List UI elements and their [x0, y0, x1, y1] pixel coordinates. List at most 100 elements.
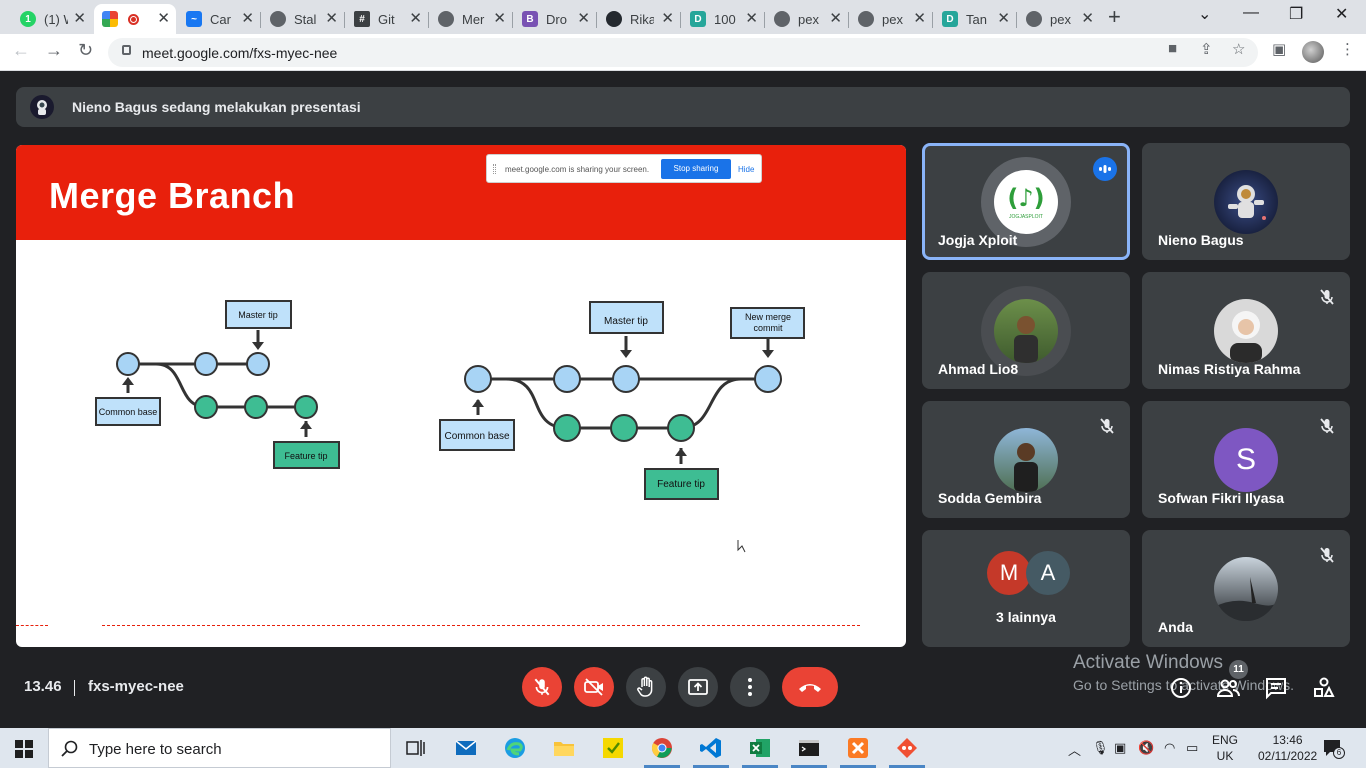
mic-off-icon — [1320, 289, 1334, 305]
share-icon[interactable]: ⇪ — [1200, 40, 1213, 58]
tab-pex-3[interactable]: pex ✕ — [1018, 4, 1100, 34]
tab-git[interactable]: # Git ✕ — [346, 4, 429, 34]
people-icon[interactable] — [1216, 676, 1240, 700]
leave-call-button[interactable] — [782, 667, 838, 707]
tab-pex-2[interactable]: pex ✕ — [850, 4, 933, 34]
participant-tile-jogja-xploit[interactable]: (♪) JOGJASPLOIT Jogja Xploit — [922, 143, 1130, 260]
volume-muted-icon[interactable]: 🔇 — [1138, 740, 1154, 756]
close-tab-icon[interactable]: ✕ — [241, 11, 254, 27]
camera-tray-icon[interactable]: ▣ — [1114, 740, 1126, 756]
tab-whatsapp[interactable]: 1 (1) W ✕ — [12, 4, 92, 34]
wifi-icon[interactable]: ◠ — [1164, 740, 1175, 756]
bookmark-star-icon[interactable]: ☆ — [1232, 40, 1245, 58]
close-window-button[interactable]: ✕ — [1335, 4, 1348, 24]
close-tab-icon[interactable]: ✕ — [829, 11, 842, 27]
drag-handle-icon[interactable] — [493, 164, 496, 174]
close-tab-icon[interactable]: ✕ — [913, 11, 926, 27]
taskbar-clock[interactable]: 13:46 02/11/2022 — [1258, 732, 1317, 764]
presentation-banner: Nieno Bagus sedang melakukan presentasi — [16, 87, 1350, 127]
tab-pex-1[interactable]: pex ✕ — [766, 4, 849, 34]
raise-hand-button[interactable] — [626, 667, 666, 707]
right-common-base-label: Common base — [444, 431, 509, 442]
restore-button[interactable]: ❐ — [1289, 4, 1303, 24]
globe-icon — [774, 11, 790, 27]
file-explorer-icon[interactable] — [552, 736, 576, 760]
task-view-icon[interactable] — [404, 736, 428, 760]
sharing-notification-bar: meet.google.com is sharing your screen. … — [486, 154, 762, 183]
excel-icon[interactable] — [748, 736, 772, 760]
reload-button[interactable]: ↻ — [78, 40, 93, 61]
terminal-icon[interactable] — [797, 736, 821, 760]
tab-100[interactable]: D 100 ✕ — [682, 4, 765, 34]
tab-tan[interactable]: D Tan ✕ — [934, 4, 1017, 34]
right-merge-label-2: commit — [754, 323, 783, 333]
show-hidden-icons[interactable]: ︿ — [1068, 740, 1081, 759]
close-tab-icon[interactable]: ✕ — [493, 11, 506, 27]
new-tab-button[interactable]: + — [1108, 6, 1121, 28]
participant-tile-self[interactable]: Anda — [1142, 530, 1350, 647]
participant-tile-others[interactable]: M A 3 lainnya — [922, 530, 1130, 647]
stop-sharing-button[interactable]: Stop sharing — [661, 159, 731, 179]
participant-tile-nimas-ristiya-rahma[interactable]: Nimas Ristiya Rahma — [1142, 272, 1350, 389]
notification-center-button[interactable]: 6 — [1322, 737, 1345, 759]
participant-tile-sodda-gembira[interactable]: Sodda Gembira — [922, 401, 1130, 518]
toggle-camera-button[interactable] — [574, 667, 614, 707]
notification-count: 6 — [1333, 747, 1345, 759]
git-gui-icon[interactable] — [895, 736, 919, 760]
close-tab-icon[interactable]: ✕ — [325, 11, 338, 27]
close-tab-icon[interactable]: ✕ — [409, 11, 422, 27]
participant-tile-sofwan-fikri-ilyasa[interactable]: S Sofwan Fikri Ilyasa — [1142, 401, 1350, 518]
tab-meet-active[interactable]: ✕ — [94, 4, 176, 34]
mail-icon[interactable] — [454, 736, 478, 760]
xampp-icon[interactable] — [846, 736, 870, 760]
tab-rika[interactable]: Rika ✕ — [598, 4, 681, 34]
divider — [74, 680, 75, 696]
battery-icon[interactable]: ▭ — [1186, 740, 1198, 756]
activities-icon[interactable] — [1312, 676, 1336, 700]
hide-link[interactable]: Hide — [738, 165, 754, 174]
tab-messenger[interactable]: ~ Car ✕ — [178, 4, 261, 34]
edge-icon[interactable] — [503, 736, 527, 760]
svg-text:(♪): (♪) — [1007, 184, 1044, 212]
taskbar-search-box[interactable]: Type here to search — [48, 728, 391, 768]
close-tab-icon[interactable]: ✕ — [745, 11, 758, 27]
profile-avatar[interactable] — [1302, 41, 1324, 63]
address-bar[interactable]: meet.google.com/fxs-myec-nee — [108, 38, 1258, 67]
tab-stal[interactable]: Stal ✕ — [262, 4, 345, 34]
tab-dro[interactable]: B Dro ✕ — [514, 4, 597, 34]
language-indicator[interactable]: ENG UK — [1212, 732, 1238, 764]
present-screen-button[interactable] — [678, 667, 718, 707]
sharing-notice-text: meet.google.com is sharing your screen. — [505, 165, 650, 174]
side-panel-icon[interactable]: ▣ — [1272, 40, 1286, 58]
participant-tile-ahmad-lio8[interactable]: Ahmad Lio8 — [922, 272, 1130, 389]
chrome-icon[interactable] — [650, 736, 674, 760]
tab-search-icon[interactable]: ⌄ — [1198, 4, 1211, 24]
close-tab-icon[interactable]: ✕ — [157, 11, 170, 27]
close-tab-icon[interactable]: ✕ — [577, 11, 590, 27]
slide-divider — [16, 625, 48, 626]
url-text[interactable]: meet.google.com/fxs-myec-nee — [142, 45, 337, 61]
participant-tile-nieno-bagus[interactable]: Nieno Bagus — [1142, 143, 1350, 260]
back-button[interactable]: ← — [12, 40, 30, 61]
microphone-tray-icon[interactable]: 🎙 — [1092, 740, 1109, 756]
close-tab-icon[interactable]: ✕ — [1081, 11, 1094, 27]
participant-name: Sofwan Fikri Ilyasa — [1158, 490, 1285, 506]
close-tab-icon[interactable]: ✕ — [661, 11, 674, 27]
windows-start-icon[interactable] — [15, 740, 33, 758]
close-tab-icon[interactable]: ✕ — [997, 11, 1010, 27]
browser-tab-strip: 1 (1) W ✕ ✕ ~ Car ✕ Stal ✕ # Git ✕ Mer ✕… — [0, 0, 1366, 34]
mic-off-icon — [1320, 547, 1334, 563]
vscode-icon[interactable] — [699, 736, 723, 760]
more-options-button[interactable] — [730, 667, 770, 707]
camera-indicator-icon[interactable]: ■ — [1168, 40, 1177, 57]
forward-button[interactable]: → — [45, 40, 63, 61]
chrome-menu-icon[interactable]: ⋮ — [1340, 40, 1355, 58]
meeting-details-icon[interactable] — [1169, 676, 1193, 700]
chat-icon[interactable] — [1264, 676, 1288, 700]
sticky-notes-icon[interactable] — [601, 736, 625, 760]
toggle-microphone-button[interactable] — [522, 667, 562, 707]
minimize-button[interactable]: — — [1243, 4, 1259, 22]
close-tab-icon[interactable]: ✕ — [73, 11, 86, 27]
tab-mer[interactable]: Mer ✕ — [430, 4, 513, 34]
lock-icon[interactable] — [122, 45, 131, 55]
